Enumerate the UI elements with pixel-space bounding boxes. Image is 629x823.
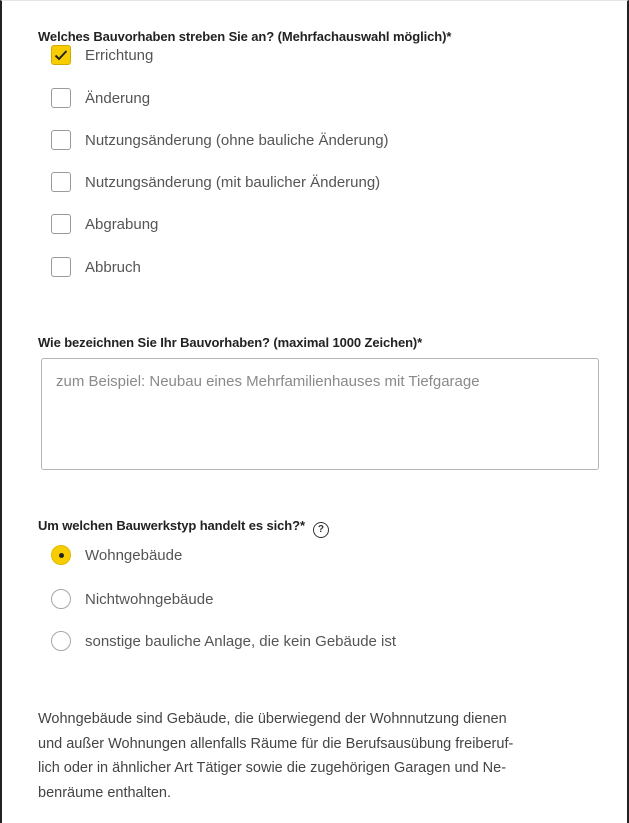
bauwerkstyp-question-label: Um welchen Bauwerkstyp handelt es sich?*… bbox=[38, 518, 329, 538]
checkbox-abgrabung[interactable]: Abgrabung bbox=[51, 212, 158, 236]
checkbox-label[interactable]: Abgrabung bbox=[85, 216, 158, 233]
checkbox-icon[interactable] bbox=[51, 257, 71, 277]
radio-icon[interactable] bbox=[51, 631, 71, 651]
radio-label[interactable]: Nichtwohngebäude bbox=[85, 591, 213, 608]
bauvorhaben-question-label: Welches Bauvorhaben streben Sie an? (Meh… bbox=[38, 29, 452, 44]
info-line: und außer Wohnungen allenfalls Räume für… bbox=[38, 735, 514, 752]
bezeichnung-textarea[interactable]: zum Beispiel: Neubau eines Mehrfamilienh… bbox=[41, 358, 599, 470]
info-line: Wohngebäude sind Gebäude, die überwiegen… bbox=[38, 711, 507, 727]
checkbox-label[interactable]: Nutzungsänderung (ohne bauliche Änderung… bbox=[85, 132, 389, 149]
radio-label[interactable]: Wohngebäude bbox=[85, 547, 182, 564]
checkbox-label[interactable]: Abbruch bbox=[85, 259, 141, 276]
checkbox-label[interactable]: Nutzungsänderung (mit baulicher Änderung… bbox=[85, 174, 380, 191]
checkbox-label[interactable]: Errichtung bbox=[85, 47, 153, 64]
checkbox-checked-icon[interactable] bbox=[51, 45, 71, 65]
checkbox-abbruch[interactable]: Abbruch bbox=[51, 255, 141, 279]
info-line: lich oder in ähnlicher Art Tätiger sowie… bbox=[38, 760, 507, 776]
bezeichnung-question-label: Wie bezeichnen Sie Ihr Bauvorhaben? (max… bbox=[38, 335, 423, 350]
checkbox-icon[interactable] bbox=[51, 172, 71, 192]
radio-icon[interactable] bbox=[51, 589, 71, 609]
checkbox-nutzungsaenderung-mit[interactable]: Nutzungsänderung (mit baulicher Änderung… bbox=[51, 170, 380, 194]
radio-selected-icon[interactable] bbox=[51, 545, 71, 565]
radio-sonstige-anlage[interactable]: sonstige bauliche Anlage, die kein Gebäu… bbox=[51, 629, 396, 653]
radio-nichtwohngebaeude[interactable]: Nichtwohngebäude bbox=[51, 587, 213, 611]
checkbox-nutzungsaenderung-ohne[interactable]: Nutzungsänderung (ohne bauliche Änderung… bbox=[51, 128, 389, 152]
radio-wohngebaeude[interactable]: Wohngebäude bbox=[51, 543, 182, 567]
wohngebaeude-info-text: Wohngebäude sind Gebäude, die überwiegen… bbox=[38, 707, 608, 805]
checkbox-errichtung[interactable]: Errichtung bbox=[51, 43, 153, 67]
checkbox-icon[interactable] bbox=[51, 130, 71, 150]
checkmark-icon bbox=[54, 50, 68, 61]
checkbox-label[interactable]: Änderung bbox=[85, 90, 150, 107]
checkbox-icon[interactable] bbox=[51, 214, 71, 234]
info-line: benräume enthalten. bbox=[38, 784, 172, 801]
bauwerkstyp-label-text: Um welchen Bauwerkstyp handelt es sich?* bbox=[38, 518, 305, 533]
checkbox-aenderung[interactable]: Änderung bbox=[51, 86, 150, 110]
help-icon[interactable]: ? bbox=[312, 522, 329, 538]
textarea-placeholder: zum Beispiel: Neubau eines Mehrfamilienh… bbox=[56, 373, 480, 390]
checkbox-icon[interactable] bbox=[51, 88, 71, 108]
form-panel: Welches Bauvorhaben streben Sie an? (Meh… bbox=[0, 0, 629, 823]
radio-label[interactable]: sonstige bauliche Anlage, die kein Gebäu… bbox=[85, 633, 396, 650]
